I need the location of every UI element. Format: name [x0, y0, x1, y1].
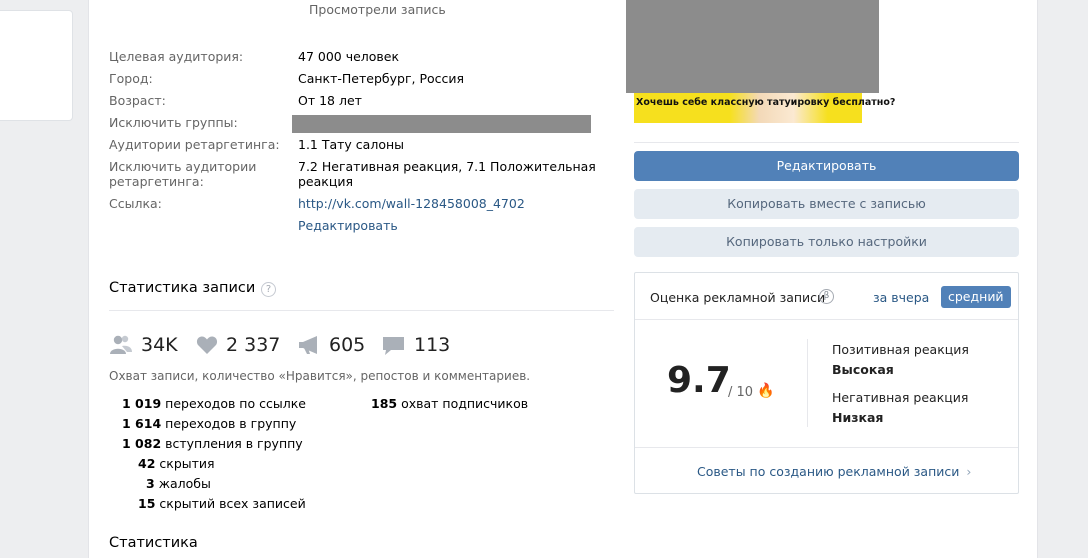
users-icon	[109, 335, 133, 355]
negative-reaction-value: Низкая	[832, 410, 884, 425]
info-label-age: Возраст:	[109, 93, 166, 108]
reposts-count: 605	[329, 334, 366, 356]
comment-icon	[382, 335, 406, 355]
rating-footer-divider	[635, 447, 1018, 448]
fire-icon: 🔥	[757, 383, 775, 399]
tips-link[interactable]: Советы по созданию рекламной записи ›	[697, 464, 971, 479]
info-value-audience: 47 000 человек	[298, 49, 400, 64]
detail-hides: 42 скрытия	[138, 456, 215, 471]
info-label-exclude-groups: Исключить группы:	[109, 115, 238, 130]
detail-hide-all: 15 скрытий всех записей	[138, 496, 306, 511]
heart-icon	[196, 335, 218, 355]
info-label-link: Ссылка:	[109, 196, 162, 211]
positive-reaction-value: Высокая	[832, 362, 894, 377]
rating-vertical-divider	[807, 339, 808, 427]
edit-targeting-link[interactable]: Редактировать	[298, 218, 398, 233]
ad-rating-card: Оценка рекламной записи β за вчера средн…	[634, 272, 1019, 494]
info-label-retargeting: Аудитории ретаргетинга:	[109, 137, 280, 152]
detail-subscriber-reach: 185 охват подписчиков	[371, 396, 529, 411]
redacted-groups	[292, 115, 591, 133]
rating-score: 9.7	[667, 360, 731, 401]
likes-stat: 2 337	[196, 334, 280, 356]
beta-badge: β	[819, 289, 834, 304]
chevron-right-icon: ›	[966, 464, 972, 479]
preview-divider	[634, 142, 1019, 143]
info-label-city: Город:	[109, 71, 153, 86]
tab-average[interactable]: средний	[941, 286, 1011, 308]
post-stats-title: Статистика записи	[109, 280, 256, 296]
reach-count: 34K	[141, 334, 178, 356]
info-value-exclude-retargeting: 7.2 Негативная реакция, 7.1 Положительна…	[298, 159, 596, 189]
viewed-caption: Просмотрели запись	[309, 2, 446, 17]
copy-with-post-button[interactable]: Копировать вместе с записью	[634, 189, 1019, 219]
info-label-exclude-retargeting: Исключить аудитории ретаргетинга:	[109, 159, 257, 189]
ad-post-panel: Просмотрели запись Целевая аудитория: 47…	[88, 0, 1038, 558]
info-value-age: От 18 лет	[298, 93, 362, 108]
reposts-stat: 605	[297, 334, 365, 356]
detail-group-clicks: 1 614 переходов в группу	[122, 416, 297, 431]
detail-complaints: 3 жалобы	[146, 476, 211, 491]
positive-reaction-label: Позитивная реакция	[832, 342, 969, 357]
likes-count: 2 337	[226, 334, 281, 356]
post-url-link[interactable]: http://vk.com/wall-128458008_4702	[298, 196, 525, 211]
stats-section-title: Статистика	[109, 535, 198, 551]
rating-title: Оценка рекламной записи	[650, 290, 826, 305]
reach-stat: 34K	[109, 334, 178, 356]
copy-settings-button[interactable]: Копировать только настройки	[634, 227, 1019, 257]
rating-score-max: / 10	[728, 385, 754, 400]
comments-stat: 113	[382, 334, 450, 356]
info-label-audience: Целевая аудитория:	[109, 49, 244, 64]
negative-reaction-label: Негативная реакция	[832, 390, 969, 405]
left-sidebar-card	[0, 10, 73, 121]
info-value-city: Санкт-Петербург, Россия	[298, 71, 465, 86]
edit-button[interactable]: Редактировать	[634, 151, 1019, 181]
tab-yesterday[interactable]: за вчера	[873, 290, 929, 305]
comments-count: 113	[414, 334, 451, 356]
ad-banner-text: Хочешь себе классную татуировку бесплатн…	[636, 97, 896, 108]
info-value-retargeting: 1.1 Тату салоны	[298, 137, 405, 152]
stats-divider	[109, 310, 614, 311]
stats-caption: Охват записи, количество «Нравится», реп…	[109, 369, 531, 383]
rating-header-divider	[635, 319, 1018, 320]
help-icon[interactable]: ?	[261, 280, 276, 297]
detail-link-clicks: 1 019 переходов по ссылке	[122, 396, 306, 411]
ad-image-redacted	[626, 0, 879, 93]
detail-group-joins: 1 082 вступления в группу	[122, 436, 303, 451]
megaphone-icon	[297, 335, 321, 355]
ad-image-banner: Хочешь себе классную татуировку бесплатн…	[634, 93, 895, 123]
